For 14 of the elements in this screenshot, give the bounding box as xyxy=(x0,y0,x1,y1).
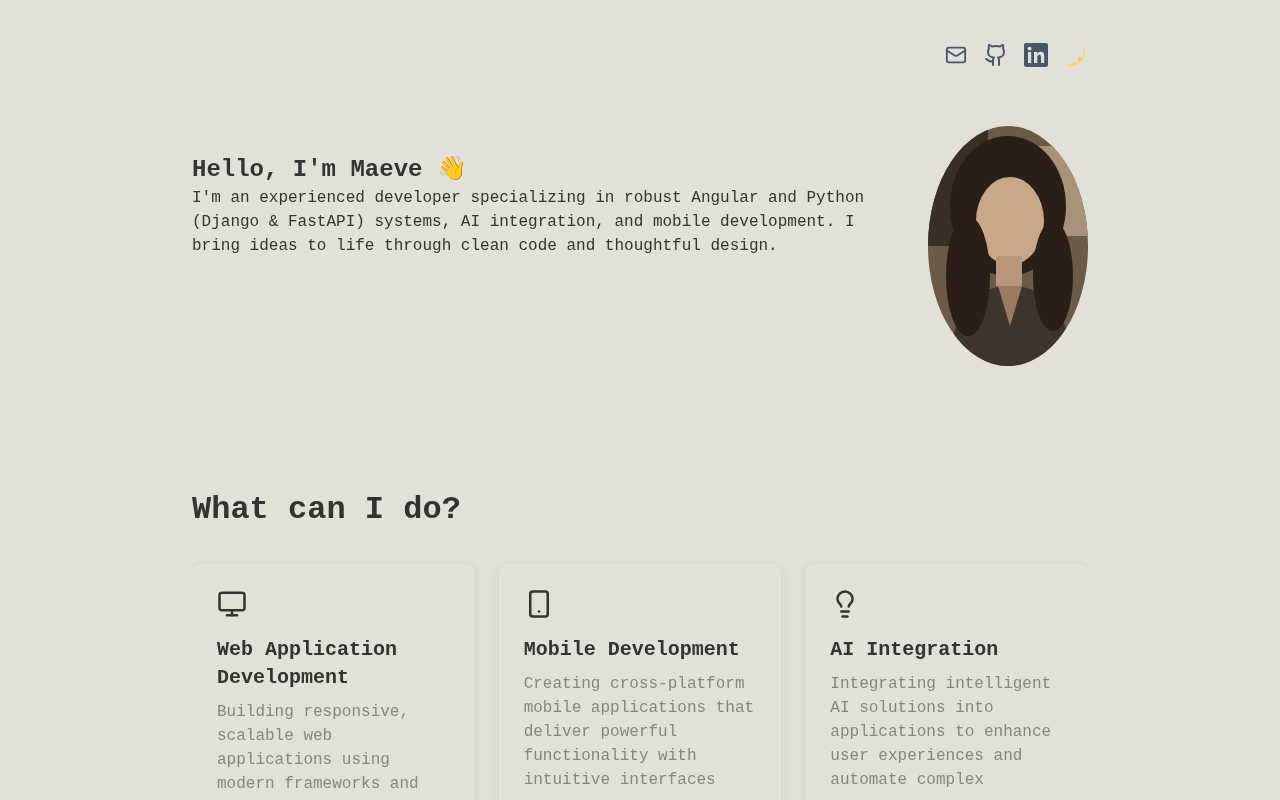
card-description: Creating cross-platform mobile applications that deliver powerful functionality with intuitive interfaces xyxy=(523,674,756,791)
section-title: What can I do? xyxy=(192,490,462,530)
linkedin-icon xyxy=(1024,43,1048,67)
card-title: Mobile Development xyxy=(523,637,741,663)
mail-icon xyxy=(945,44,967,66)
linkedin-link[interactable] xyxy=(1024,40,1048,70)
card-title: Web Application Development xyxy=(217,637,399,691)
card-title: AI Integration xyxy=(830,637,1000,663)
card-description: Building responsive, scalable web applications using modern frameworks and xyxy=(217,702,420,795)
hero-title: Hello, I'm Maeve 👋 xyxy=(192,155,468,185)
card-description: Integrating intelligent AI solutions into applications to enhance user experiences and automate complex xyxy=(830,674,1053,791)
monitor-icon xyxy=(217,589,247,619)
hero-bio: I'm an experienced developer specializing in robust Angular and Python (Django & FastAPI) systems, AI integration, and mobile development. I bring ideas to life through clean code and thoughtful design. xyxy=(192,188,866,257)
github-icon xyxy=(984,43,1008,67)
